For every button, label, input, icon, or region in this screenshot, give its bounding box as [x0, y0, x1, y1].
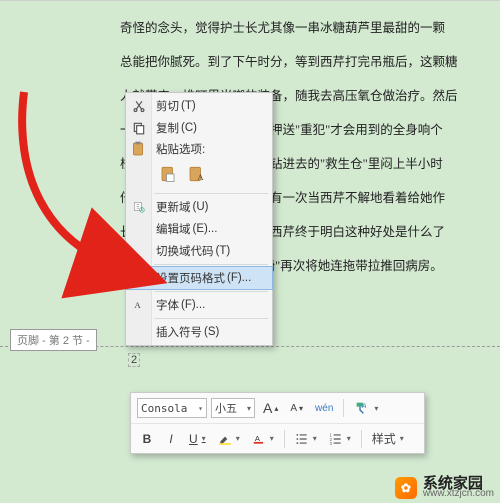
menu-insert-symbol-label: 插入符号	[156, 324, 202, 340]
footer-page-number-field[interactable]: 2	[128, 353, 140, 367]
numbering-icon: 123	[329, 432, 343, 446]
doc-line: 总能把你腻死。到了下午时分，等到西芹打完吊瓶后，这颗糖	[120, 45, 490, 79]
chevron-down-icon: ▾	[198, 404, 203, 413]
shrink-font-button[interactable]: A▾	[286, 397, 307, 419]
paste-keep-source-button[interactable]	[156, 162, 180, 186]
update-field-icon	[130, 198, 148, 216]
menu-font-kbd: (F)...	[181, 299, 205, 311]
svg-text:A: A	[361, 403, 367, 410]
bold-button[interactable]: B	[137, 428, 157, 450]
menu-separator	[154, 264, 268, 265]
chevron-down-icon: ▾	[247, 404, 251, 413]
menu-insert-symbol-kbd: (S)	[204, 326, 219, 338]
font-name-combo[interactable]: Consola ▾	[137, 398, 207, 418]
menu-update-field[interactable]: 更新域 (U)	[126, 196, 272, 218]
format-painter-button[interactable]: A	[350, 397, 382, 419]
highlight-icon	[218, 432, 232, 446]
menu-page-fmt-label: 设置页码格式	[156, 270, 225, 286]
copy-icon	[130, 119, 148, 137]
menu-edit-field[interactable]: 编辑域 (E)...	[126, 218, 272, 240]
paste-text-only-button[interactable]: A	[184, 162, 208, 186]
menu-page-fmt-kbd: (F)...	[227, 272, 251, 284]
font-color-icon: A	[252, 432, 266, 446]
footer-section-label: 页脚 - 第 2 节 -	[10, 329, 97, 351]
menu-font[interactable]: A 字体 (F)...	[126, 294, 272, 316]
menu-separator	[154, 193, 268, 194]
watermark-subtitle: www.xtzjcn.com	[423, 489, 494, 499]
menu-copy[interactable]: 复制 (C)	[126, 117, 272, 139]
menu-toggle-code-kbd: (T)	[216, 245, 231, 257]
format-painter-icon: A	[354, 400, 370, 416]
grow-font-button[interactable]: A▴	[259, 397, 282, 419]
svg-text:3: 3	[329, 440, 332, 445]
menu-insert-symbol[interactable]: 插入符号 (S)	[126, 321, 272, 343]
doc-line: 奇怪的念头，觉得护士长尤其像一串冰糖葫芦里最甜的一颗	[120, 11, 490, 45]
menu-toggle-code-label: 切换域代码	[156, 243, 214, 259]
font-size-combo[interactable]: 小五 ▾	[211, 398, 255, 418]
menu-toggle-field-code[interactable]: 切换域代码 (T)	[126, 240, 272, 262]
numbering-button[interactable]: 123	[325, 428, 355, 450]
font-size-value: 小五	[215, 400, 237, 416]
menu-font-label: 字体	[156, 297, 179, 313]
paste-icon	[130, 141, 146, 157]
context-menu: 剪切 (T) 复制 (C) 粘贴选项: A	[125, 92, 273, 346]
watermark-logo-icon: ✿	[395, 477, 417, 499]
menu-paste-options: 粘贴选项: A	[126, 139, 272, 191]
menu-cut[interactable]: 剪切 (T)	[126, 95, 272, 117]
svg-text:A: A	[255, 433, 261, 442]
menu-paste-label: 粘贴选项:	[156, 141, 272, 159]
svg-text:1#: 1#	[136, 277, 143, 283]
menu-separator	[154, 291, 268, 292]
phonetic-guide-button[interactable]: wén	[311, 397, 337, 419]
bullets-icon	[295, 432, 309, 446]
menu-copy-kbd: (C)	[181, 122, 197, 134]
svg-text:A: A	[198, 173, 204, 182]
watermark: ✿ 系统家园 www.xtzjcn.com	[395, 476, 494, 499]
menu-update-field-label: 更新域	[156, 199, 191, 215]
bullets-button[interactable]	[291, 428, 321, 450]
menu-separator	[154, 318, 268, 319]
highlight-button[interactable]	[214, 428, 244, 450]
page-number-format-icon: 1#	[130, 269, 148, 287]
font-color-button[interactable]: A	[248, 428, 278, 450]
mini-format-toolbar: Consola ▾ 小五 ▾ A▴ A▾ wén A B I U A 123	[130, 392, 425, 454]
styles-label: 样式	[372, 430, 396, 447]
font-name-value: Consola	[141, 402, 187, 415]
menu-update-field-kbd: (U)	[193, 201, 209, 213]
menu-edit-field-label: 编辑域	[156, 221, 191, 237]
menu-copy-label: 复制	[156, 120, 179, 136]
menu-edit-field-kbd: (E)...	[193, 223, 218, 235]
italic-button[interactable]: I	[161, 428, 181, 450]
menu-cut-kbd: (T)	[181, 100, 196, 112]
menu-page-number-format[interactable]: 1# 设置页码格式 (F)...	[126, 267, 272, 289]
cut-icon	[130, 97, 148, 115]
font-icon: A	[130, 296, 148, 314]
menu-cut-label: 剪切	[156, 98, 179, 114]
styles-button[interactable]: 样式	[368, 428, 408, 450]
svg-text:A: A	[134, 300, 141, 310]
underline-button[interactable]: U	[185, 428, 210, 450]
